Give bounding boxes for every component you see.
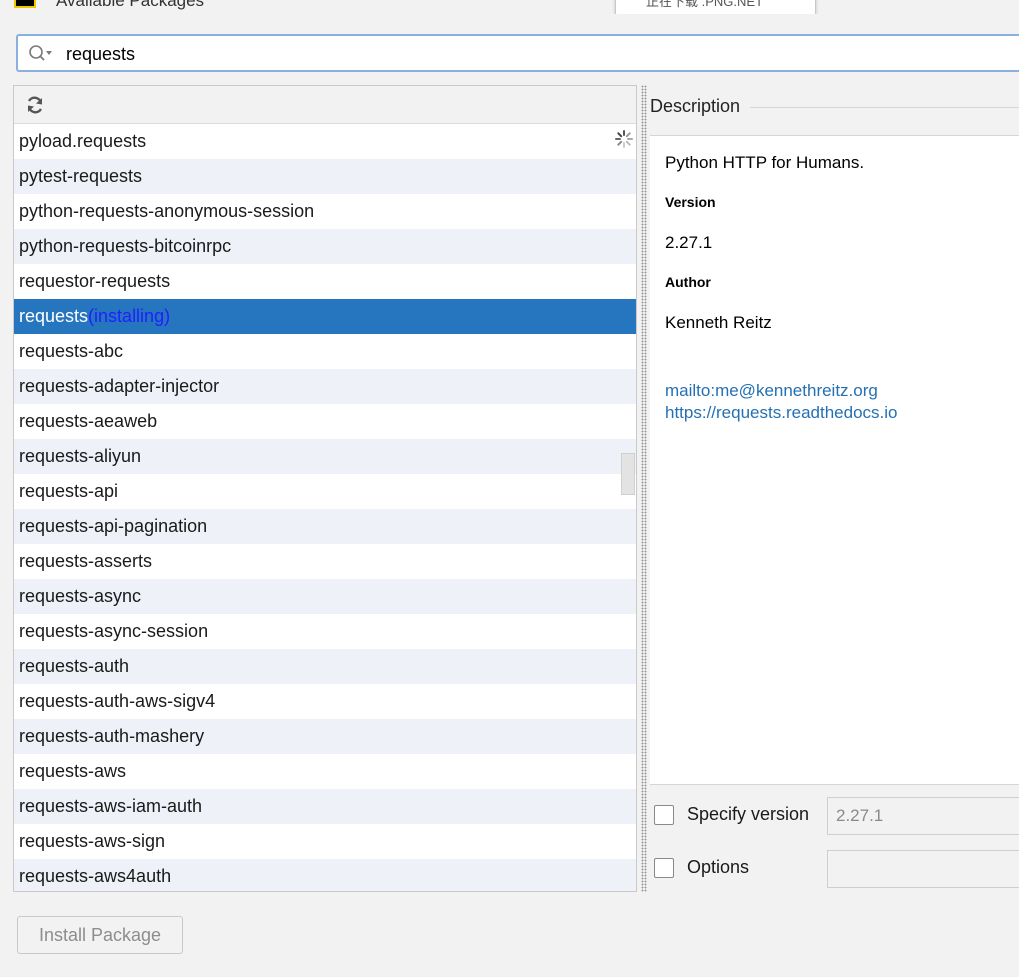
package-name: requests: [19, 306, 89, 326]
package-name: requests-aeaweb: [19, 411, 158, 431]
package-name: pytest-requests: [19, 166, 143, 186]
version-value: 2.27.1: [665, 233, 713, 252]
package-name: requests-aws-iam-auth: [19, 796, 203, 816]
package-name: requests-asserts: [19, 551, 153, 571]
package-name: requests-aliyun: [19, 446, 142, 466]
title-bar: Available Packages 正在下载 .PNG.NET: [0, 0, 1019, 14]
app-icon: [14, 0, 36, 8]
author-label: Author: [665, 274, 711, 290]
description-panel: Python HTTP for Humans. Version 2.27.1 A…: [650, 135, 1019, 785]
package-name: requests-adapter-injector: [19, 376, 220, 396]
package-list-item[interactable]: python-requests-anonymous-session: [14, 194, 636, 229]
package-list-panel: pyload.requests pytest-requests python-req…: [13, 85, 637, 892]
search-input[interactable]: [66, 42, 966, 66]
package-list-item[interactable]: requests-aliyun: [14, 439, 636, 474]
author-email-link[interactable]: mailto:me@kennethreitz.org: [665, 381, 878, 401]
loading-spinner-icon: [614, 129, 634, 149]
package-list-item[interactable]: python-requests-bitcoinrpc: [14, 229, 636, 264]
refresh-icon[interactable]: [25, 95, 45, 115]
package-list-item[interactable]: requests-async-session: [14, 614, 636, 649]
package-list-item[interactable]: requests-async: [14, 579, 636, 614]
package-list-item[interactable]: requests-auth: [14, 649, 636, 684]
author-value: Kenneth Reitz: [665, 313, 772, 332]
package-name: requestor-requests: [19, 271, 171, 291]
package-name: requests-auth: [19, 656, 130, 676]
package-list: pyload.requests pytest-requests python-req…: [14, 124, 636, 891]
package-list-item[interactable]: requests-asserts: [14, 544, 636, 579]
package-summary: Python HTTP for Humans.: [665, 153, 865, 172]
package-list-item[interactable]: requests(installing): [14, 299, 636, 334]
package-name: requests-async-session: [19, 621, 209, 641]
package-list-item[interactable]: pyload.requests: [14, 124, 636, 159]
version-label: Version: [665, 194, 716, 210]
package-list-item[interactable]: requests-aws4auth: [14, 859, 636, 891]
description-header: Description: [650, 96, 741, 116]
package-name: requests-aws: [19, 761, 127, 781]
install-package-button[interactable]: Install Package: [17, 916, 183, 954]
panel-splitter[interactable]: [641, 85, 647, 892]
popup-text: 正在下载 .PNG.NET: [646, 0, 764, 9]
specify-version-label: Specify version: [687, 804, 810, 824]
header-divider: [750, 107, 1019, 108]
package-list-item[interactable]: requests-abc: [14, 334, 636, 369]
package-name: pyload.requests: [19, 131, 147, 151]
options-checkbox[interactable]: [654, 858, 674, 878]
download-popup: 正在下载 .PNG.NET: [615, 0, 816, 14]
package-name: requests-aws4auth: [19, 866, 172, 886]
package-name: requests-abc: [19, 341, 124, 361]
options-row: Options: [654, 850, 1019, 888]
package-list-item[interactable]: requests-auth-mashery: [14, 719, 636, 754]
list-toolbar: [14, 86, 636, 124]
package-list-item[interactable]: requests-api-pagination: [14, 509, 636, 544]
package-name: requests-aws-sign: [19, 831, 166, 851]
package-name: python-requests-bitcoinrpc: [19, 236, 232, 256]
options-label: Options: [687, 857, 750, 877]
homepage-link[interactable]: https://requests.readthedocs.io: [665, 403, 897, 423]
package-name: requests-api: [19, 481, 119, 501]
package-status: (installing): [88, 306, 171, 326]
package-list-item[interactable]: requests-aws-iam-auth: [14, 789, 636, 824]
search-box[interactable]: [16, 34, 1019, 72]
version-select[interactable]: 2.27.1: [827, 797, 1019, 835]
search-icon[interactable]: [28, 44, 52, 64]
package-name: requests-auth-aws-sigv4: [19, 691, 216, 711]
package-list-item[interactable]: requests-aws-sign: [14, 824, 636, 859]
package-list-item[interactable]: pytest-requests: [14, 159, 636, 194]
package-name: requests-api-pagination: [19, 516, 208, 536]
specify-version-checkbox[interactable]: [654, 805, 674, 825]
package-list-item[interactable]: requestor-requests: [14, 264, 636, 299]
package-name: python-requests-anonymous-session: [19, 201, 315, 221]
package-list-item[interactable]: requests-auth-aws-sigv4: [14, 684, 636, 719]
window-title: Available Packages: [56, 0, 205, 10]
list-scrollbar-thumb[interactable]: [621, 453, 635, 495]
options-input[interactable]: [827, 850, 1019, 888]
package-list-item[interactable]: requests-aws: [14, 754, 636, 789]
package-name: requests-auth-mashery: [19, 726, 205, 746]
specify-version-row: Specify version 2.27.1: [654, 797, 1019, 835]
package-list-item[interactable]: requests-adapter-injector: [14, 369, 636, 404]
package-list-item[interactable]: requests-api: [14, 474, 636, 509]
package-list-item[interactable]: requests-aeaweb: [14, 404, 636, 439]
package-name: requests-async: [19, 586, 142, 606]
